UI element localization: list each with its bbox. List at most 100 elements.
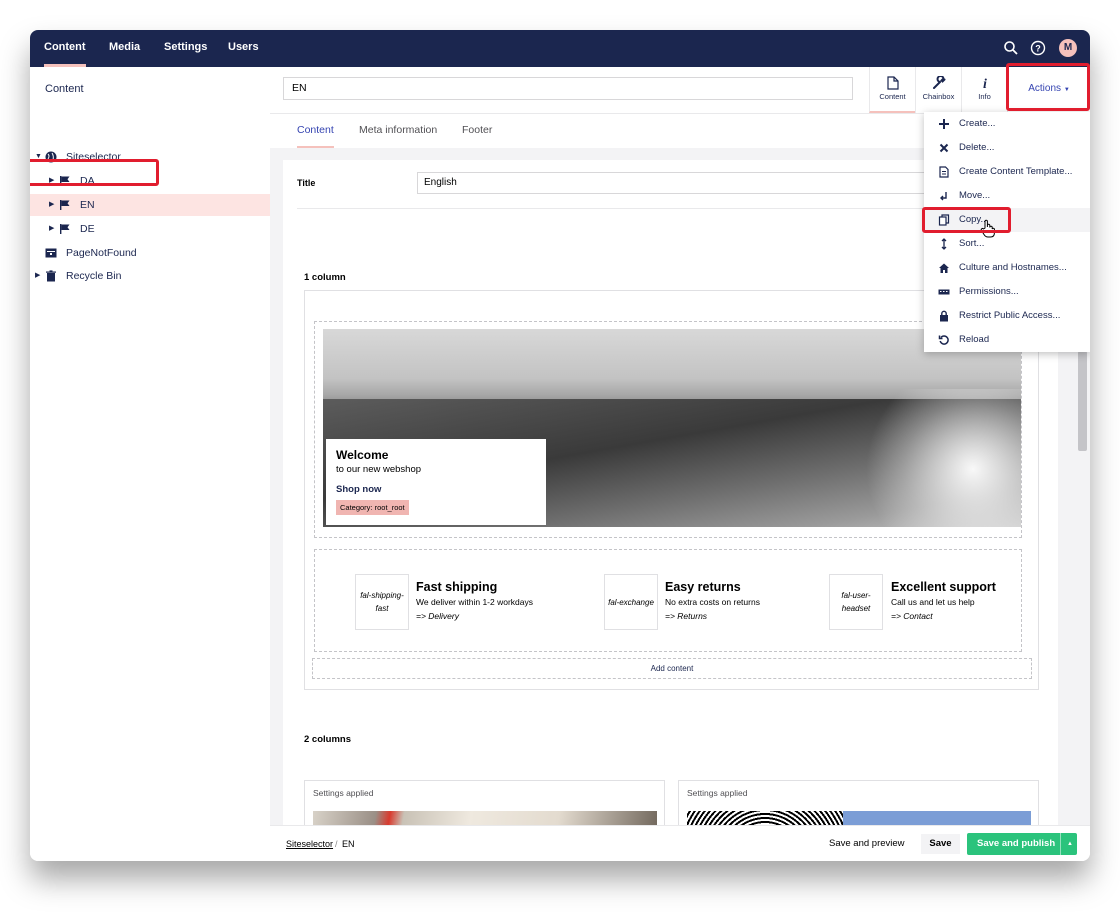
hero-sun-glow (843, 389, 1021, 527)
scrollbar-thumb[interactable] (1078, 351, 1087, 451)
menu-item-label: Delete... (959, 142, 995, 153)
feature-subtitle: Call us and let us help (891, 597, 975, 607)
tree-item-recycle-bin[interactable]: ▶ Recycle Bin (30, 265, 270, 287)
menu-item-label: Move... (959, 190, 991, 201)
template-icon (939, 166, 949, 178)
block-label-1-column: 1 column (304, 272, 346, 283)
feature-subtitle: No extra costs on returns (665, 597, 760, 607)
exchange-icon: fal-exchange (604, 574, 658, 630)
app-tab-chainbox[interactable]: Chainbox (915, 67, 961, 113)
hero-image: Welcome to our new webshop Shop now Cate… (323, 329, 1021, 527)
save-and-publish-button[interactable]: Save and publish ▲ (967, 833, 1077, 855)
content-tree-sidebar: Content ▼ Siteselector ▶ DA ▶ EN ▶ DE Pa… (30, 67, 271, 861)
tree-item-label: Recycle Bin (66, 270, 122, 282)
user-headset-icon: fal-user-headset (829, 574, 883, 630)
title-input[interactable]: English (417, 172, 977, 194)
feature-link[interactable]: => Delivery (416, 611, 459, 621)
menu-item-label: Restrict Public Access... (959, 310, 1061, 321)
shipping-fast-icon: fal-shipping-fast (355, 574, 409, 630)
tree-item-pagenotfound[interactable]: PageNotFound (30, 242, 270, 264)
highlight-box-actions (1006, 63, 1090, 111)
add-content-button[interactable]: Add content (312, 658, 1032, 679)
topnav-content[interactable]: Content (44, 30, 86, 67)
caret-up-icon[interactable]: ▲ (1060, 833, 1073, 855)
flag-icon (60, 200, 70, 210)
topnav-users[interactable]: Users (228, 30, 259, 67)
menu-item-label: Permissions... (959, 286, 1019, 297)
svg-text:i: i (983, 77, 987, 90)
breadcrumb-current: EN (342, 839, 355, 849)
document-icon (886, 76, 899, 90)
save-button[interactable]: Save (921, 834, 960, 854)
hero-link[interactable]: Shop now (336, 484, 381, 495)
settings-applied-label: Settings applied (687, 788, 748, 798)
features-area[interactable]: fal-shipping-fast Fast shipping We deliv… (314, 549, 1022, 652)
category-badge: Category: root_root (336, 500, 409, 515)
x-icon (939, 143, 949, 153)
breadcrumb-separator: / (335, 839, 338, 849)
app-tab-info[interactable]: i Info (961, 67, 1007, 113)
caret-right-icon[interactable]: ▶ (35, 265, 40, 287)
home-icon (939, 263, 949, 273)
search-icon[interactable] (1002, 39, 1020, 57)
feature-title: Excellent support (891, 580, 996, 594)
feature-link[interactable]: => Contact (891, 611, 933, 621)
save-and-preview-button[interactable]: Save and preview (823, 834, 911, 854)
app-tab-label: Content (879, 92, 906, 101)
editor-footer: Siteselector / EN Save and preview Save … (270, 825, 1090, 861)
settings-applied-label: Settings applied (313, 788, 374, 798)
menu-item-sort[interactable]: Sort... (924, 232, 1090, 256)
menu-item-permissions[interactable]: Permissions... (924, 280, 1090, 304)
tree-item-en[interactable]: ▶ EN (30, 194, 270, 216)
tab-footer[interactable]: Footer (462, 114, 492, 146)
svg-text:?: ? (1035, 44, 1041, 54)
publish-label: Save and publish (977, 838, 1056, 849)
help-icon[interactable]: ? (1029, 39, 1047, 57)
topnav-media[interactable]: Media (109, 30, 140, 67)
reload-icon (938, 335, 949, 345)
permissions-icon (938, 289, 950, 295)
tree-item-label: DE (80, 223, 95, 235)
move-icon (940, 192, 947, 201)
tree-item-label: EN (80, 199, 95, 211)
menu-item-label: Culture and Hostnames... (959, 262, 1067, 273)
editor-scrollbar[interactable]: ▼ (1076, 323, 1088, 861)
hero-subtitle: to our new webshop (336, 464, 422, 475)
topnav-settings[interactable]: Settings (164, 30, 207, 67)
tab-content[interactable]: Content (297, 114, 334, 148)
sort-icon (941, 238, 947, 250)
app-tab-label: Chainbox (922, 92, 955, 101)
title-label: Title (297, 178, 316, 188)
sidebar-title: Content (45, 83, 84, 95)
menu-item-culture-hostnames[interactable]: Culture and Hostnames... (924, 256, 1090, 280)
info-icon: i (983, 77, 987, 90)
menu-item-move[interactable]: Move... (924, 184, 1090, 208)
editor-header: EN Content Chainbox i Info Actions ▼ (270, 67, 1090, 114)
feature-link[interactable]: => Returns (665, 611, 707, 621)
feature-title: Fast shipping (416, 580, 498, 594)
menu-item-create-content-template[interactable]: Create Content Template... (924, 160, 1090, 184)
tree-item-label: PageNotFound (66, 247, 137, 259)
highlight-box-en (30, 159, 159, 186)
highlight-box-copy (922, 207, 1011, 233)
app-window: Content Media Settings Users ? M Content… (30, 30, 1090, 861)
lock-icon (940, 310, 948, 322)
caret-right-icon[interactable]: ▶ (49, 194, 54, 216)
app-tab-content[interactable]: Content (869, 67, 915, 113)
user-avatar[interactable]: M (1059, 39, 1077, 57)
hero-area[interactable]: Welcome to our new webshop Shop now Cate… (314, 321, 1022, 538)
breadcrumb-root[interactable]: Siteselector (286, 839, 333, 849)
menu-item-label: Create Content Template... (959, 166, 1073, 177)
menu-item-label: Reload (959, 334, 990, 345)
menu-item-delete[interactable]: Delete... (924, 136, 1090, 160)
tree-item-de[interactable]: ▶ DE (30, 218, 270, 240)
caret-right-icon[interactable]: ▶ (49, 218, 54, 240)
menu-item-restrict-public-access[interactable]: Restrict Public Access... (924, 304, 1090, 328)
node-name-input[interactable]: EN (283, 77, 853, 100)
menu-item-reload[interactable]: Reload (924, 328, 1090, 352)
menu-item-create[interactable]: Create... (924, 112, 1090, 136)
flag-icon (60, 224, 70, 234)
block-label-2-columns: 2 columns (304, 734, 351, 745)
tab-meta-information[interactable]: Meta information (359, 114, 437, 146)
wrench-icon (932, 76, 945, 89)
